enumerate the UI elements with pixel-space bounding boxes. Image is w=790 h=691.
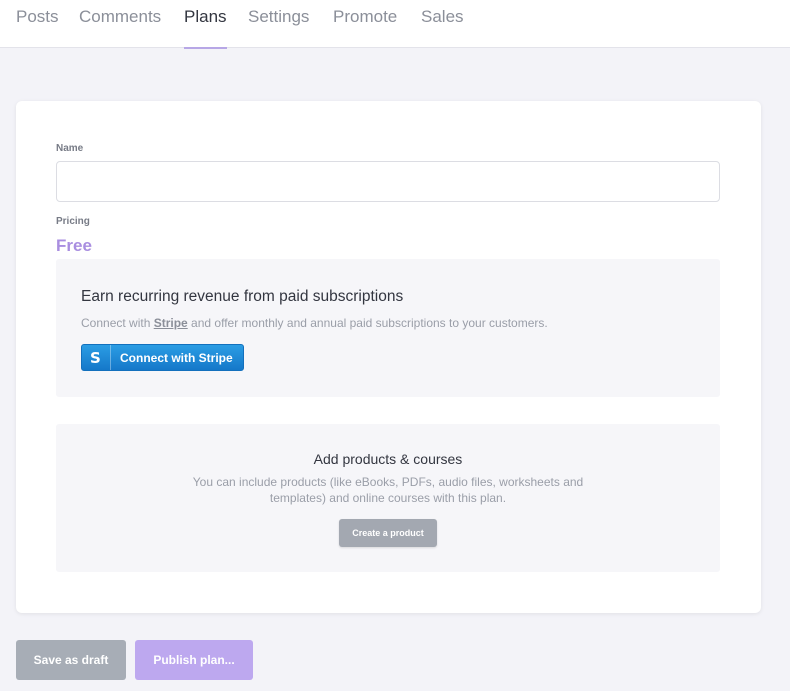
stripe-panel: Earn recurring revenue from paid subscri… <box>56 259 720 397</box>
name-label: Name <box>56 143 84 154</box>
tab-promote[interactable]: Promote <box>333 0 397 48</box>
save-draft-button[interactable]: Save as draft <box>16 640 126 680</box>
create-product-button[interactable]: Create a product <box>339 519 437 547</box>
products-panel-title: Add products & courses <box>313 451 463 467</box>
top-navigation: Posts Comments Plans Settings Promote Sa… <box>0 0 790 49</box>
stripe-panel-description: Connect with Stripe and offer monthly an… <box>81 316 548 330</box>
products-panel-description: You can include products (like eBooks, P… <box>192 475 584 505</box>
tab-posts[interactable]: Posts <box>16 0 59 48</box>
tab-sales[interactable]: Sales <box>421 0 464 48</box>
stripe-link[interactable]: Stripe <box>154 316 188 330</box>
tab-plans[interactable]: Plans <box>184 0 227 49</box>
tab-comments[interactable]: Comments <box>79 0 161 48</box>
pricing-label: Pricing <box>56 216 90 227</box>
name-input[interactable] <box>56 161 720 202</box>
connect-stripe-button[interactable]: S Connect with Stripe <box>81 344 244 371</box>
connect-stripe-label: Connect with Stripe <box>120 351 233 365</box>
stripe-desc-suffix: and offer monthly and annual paid subscr… <box>187 316 548 330</box>
products-panel: Add products & courses You can include p… <box>56 424 720 572</box>
stripe-icon: S <box>90 349 101 367</box>
stripe-desc-prefix: Connect with <box>81 316 154 330</box>
pricing-value: Free <box>56 236 92 255</box>
publish-plan-button[interactable]: Publish plan... <box>135 640 253 680</box>
tab-settings[interactable]: Settings <box>248 0 309 48</box>
stripe-panel-title: Earn recurring revenue from paid subscri… <box>81 288 404 305</box>
stripe-button-divider <box>110 345 111 370</box>
plan-form-card: Name Pricing Free Earn recurring revenue… <box>16 101 761 613</box>
